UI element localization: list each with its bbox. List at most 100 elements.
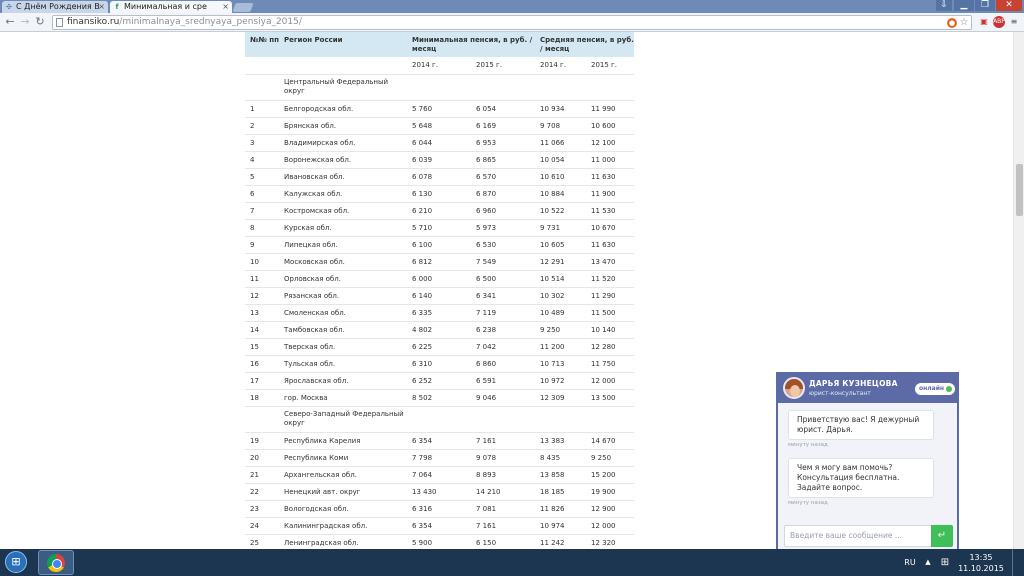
send-button[interactable]: ↵	[931, 525, 953, 547]
row-region: Рязанская обл.	[279, 287, 407, 305]
row-avg-2015: 12 000	[586, 372, 634, 390]
row-min-2014: 7 798	[407, 449, 471, 467]
row-avg-2015: 13 470	[586, 253, 634, 271]
tab-label: Минимальная и сре	[124, 2, 207, 11]
district-label: Центральный Федеральный округ	[279, 74, 407, 101]
tray-up-icon[interactable]: ▲	[922, 549, 934, 576]
row-num: 5	[245, 168, 279, 186]
row-num: 22	[245, 483, 279, 501]
row-region: Орловская обл.	[279, 270, 407, 288]
row-min-2015: 9 046	[471, 389, 535, 407]
windows-logo-icon: ⊞	[11, 555, 21, 568]
row-avg-2014: 10 054	[535, 151, 586, 169]
adblock-icon[interactable]: ABP	[993, 16, 1005, 28]
row-num: 6	[245, 185, 279, 203]
vertical-scrollbar[interactable]	[1013, 32, 1024, 549]
address-bar[interactable]: finansiko.ru/minimalnaya_srednyaya_pensi…	[52, 15, 972, 30]
row-avg-2014: 13 858	[535, 466, 586, 484]
language-indicator[interactable]: RU	[900, 549, 920, 576]
chat-message: Приветствую вас! Я дежурный юрист. Дарья…	[788, 410, 934, 440]
row-region: Ненецкий авт. округ	[279, 483, 407, 501]
row-min-2014: 6 044	[407, 134, 471, 152]
ext-icon[interactable]: ▣	[978, 16, 990, 28]
row-avg-2014: 10 713	[535, 355, 586, 373]
row-region: Калужская обл.	[279, 185, 407, 203]
row-min-2015: 6 054	[471, 100, 535, 118]
row-min-2014: 6 310	[407, 355, 471, 373]
url-text[interactable]: finansiko.ru/minimalnaya_srednyaya_pensi…	[67, 16, 302, 29]
row-min-2014: 6 000	[407, 270, 471, 288]
row-min-2015: 6 530	[471, 236, 535, 254]
menu-icon[interactable]: ≡	[1008, 16, 1020, 28]
download-icon[interactable]: ⇩	[936, 0, 952, 11]
table-row: 6 Калужская обл. 6 130 6 870 10 884 11 900	[245, 185, 634, 203]
chat-input[interactable]: Введите ваше сообщение ...	[784, 525, 932, 547]
row-region: Московская обл.	[279, 253, 407, 271]
table-row: 1 Белгородская обл. 5 760 6 054 10 934 11 990	[245, 100, 634, 118]
row-num: 16	[245, 355, 279, 373]
tab-birthday[interactable]: ✣ С Днём Рождения В ×	[2, 1, 108, 13]
extension-icon[interactable]: ●	[947, 18, 957, 28]
chrome-icon	[47, 554, 65, 572]
chat-widget: ДАРЬЯ КУЗНЕЦОВА юрист-консультант онлайн…	[776, 372, 959, 550]
row-region: гор. Москва	[279, 389, 407, 407]
close-button[interactable]: ✕	[996, 0, 1022, 11]
row-avg-2014: 12 291	[535, 253, 586, 271]
row-avg-2014: 9 250	[535, 321, 586, 339]
row-region: Смоленская обл.	[279, 304, 407, 322]
row-avg-2015: 11 630	[586, 168, 634, 186]
table-row: 22 Ненецкий авт. округ 13 430 14 210 18 185 1…	[245, 483, 634, 501]
back-icon[interactable]: ←	[3, 15, 17, 29]
row-avg-2015: 11 630	[586, 236, 634, 254]
row-avg-2015: 11 900	[586, 185, 634, 203]
star-icon[interactable]: ☆	[959, 18, 969, 28]
district-row: Центральный Федеральный округ	[245, 74, 634, 101]
close-tab-icon[interactable]: ×	[222, 1, 229, 13]
taskbar-chrome-button[interactable]	[38, 550, 74, 575]
row-min-2015: 7 042	[471, 338, 535, 356]
table-header-row: №№ пп Регион России Минимальная пенсия, …	[245, 32, 634, 57]
years-row: 2014 г. 2015 г. 2014 г. 2015 г.	[245, 57, 634, 75]
row-region: Ленинградская обл.	[279, 534, 407, 549]
row-avg-2015: 11 990	[586, 100, 634, 118]
row-min-2014: 6 039	[407, 151, 471, 169]
clock[interactable]: 13:35 11.10.2015	[956, 552, 1006, 574]
toolbar: ← → ↻ finansiko.ru/minimalnaya_srednyaya…	[0, 13, 1024, 32]
row-num: 23	[245, 500, 279, 518]
minimize-button[interactable]: ▁	[954, 0, 974, 11]
chat-header[interactable]: ДАРЬЯ КУЗНЕЦОВА юрист-консультант онлайн	[778, 374, 957, 403]
row-region: Брянская обл.	[279, 117, 407, 135]
row-num: 13	[245, 304, 279, 322]
row-region: Вологодская обл.	[279, 500, 407, 518]
table-row: 5 Ивановская обл. 6 078 6 570 10 610 11 630	[245, 168, 634, 186]
row-min-2015: 6 150	[471, 534, 535, 549]
avatar	[783, 377, 805, 399]
row-avg-2015: 12 280	[586, 338, 634, 356]
table-row: 16 Тульская обл. 6 310 6 860 10 713 11 750	[245, 355, 634, 373]
maximize-button[interactable]: ❐	[975, 0, 995, 11]
row-avg-2015: 14 670	[586, 432, 634, 450]
table-row: 9 Липецкая обл. 6 100 6 530 10 605 11 630	[245, 236, 634, 254]
row-min-2014: 4 802	[407, 321, 471, 339]
new-tab-button[interactable]	[232, 3, 254, 12]
show-desktop-button[interactable]	[1012, 549, 1024, 576]
row-avg-2015: 13 500	[586, 389, 634, 407]
close-tab-icon[interactable]: ×	[98, 1, 105, 13]
row-avg-2015: 10 670	[586, 219, 634, 237]
start-button[interactable]: ⊞	[2, 549, 32, 576]
year-min-2014: 2014 г.	[407, 57, 471, 75]
row-avg-2015: 15 200	[586, 466, 634, 484]
tab-pension[interactable]: f Минимальная и сре ×	[110, 1, 232, 13]
row-avg-2014: 10 934	[535, 100, 586, 118]
row-min-2015: 6 570	[471, 168, 535, 186]
network-icon[interactable]: ⊞	[938, 549, 952, 576]
row-avg-2014: 10 522	[535, 202, 586, 220]
row-region: Владимирская обл.	[279, 134, 407, 152]
reload-icon[interactable]: ↻	[33, 15, 47, 29]
row-min-2014: 6 252	[407, 372, 471, 390]
row-avg-2014: 13 383	[535, 432, 586, 450]
row-avg-2014: 10 302	[535, 287, 586, 305]
scrollbar-thumb[interactable]	[1016, 164, 1023, 216]
forward-icon[interactable]: →	[18, 15, 32, 29]
district-label: Северо-Западный Федеральный округ	[279, 406, 407, 433]
